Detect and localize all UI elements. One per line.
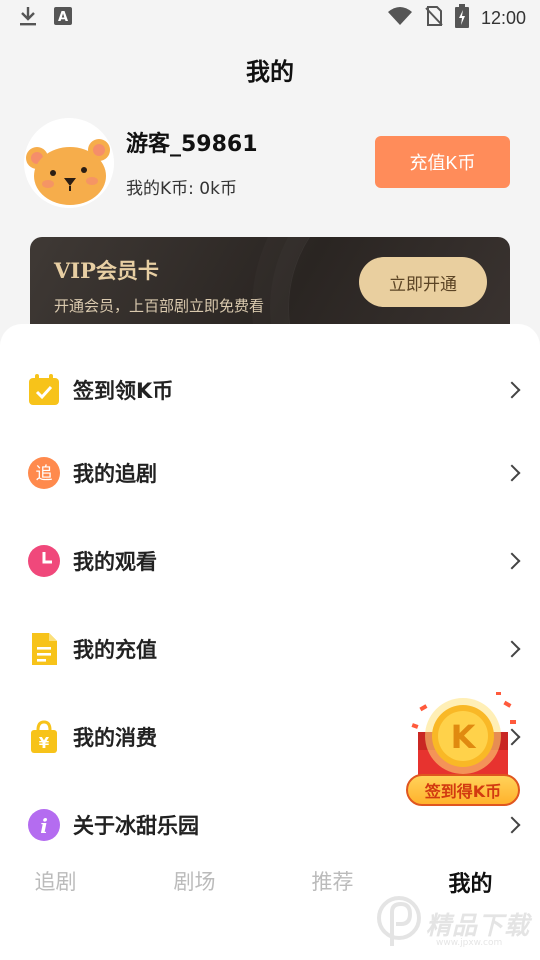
watermark-logo-icon	[377, 896, 421, 946]
vip-card[interactable]: VIP会员卡 开通会员，上百部剧立即免费看 立即开通	[30, 237, 510, 337]
coin-balance: 我的K币: 0k币	[126, 179, 237, 199]
info-icon: i	[27, 808, 61, 842]
menu-item-label: 我的观看	[73, 550, 157, 574]
svg-text:i: i	[40, 814, 48, 838]
status-bar: A 12:00	[0, 0, 540, 36]
menu-panel: 签到领K币 追 我的追剧 我的观看 我的充值 ¥ 我的消费 i 关于冰甜乐园	[0, 324, 540, 960]
no-sim-icon	[425, 5, 443, 31]
menu-item-label: 我的追剧	[73, 462, 157, 486]
document-icon	[27, 632, 61, 666]
svg-text:¥: ¥	[39, 734, 50, 752]
svg-text:追: 追	[36, 464, 53, 484]
shopping-bag-icon: ¥	[27, 720, 61, 754]
clock-icon	[27, 544, 61, 578]
username: 游客_59861	[126, 132, 258, 157]
tab-recommend[interactable]: 推荐	[265, 866, 400, 896]
menu-item-label: 我的充值	[73, 638, 157, 662]
tab-theater[interactable]: 剧场	[127, 866, 262, 896]
menu-item-recharge[interactable]: 我的充值	[0, 605, 540, 693]
bear-avatar-icon	[24, 118, 114, 208]
menu-item-follow[interactable]: 追 我的追剧	[0, 429, 540, 517]
profile-section: 游客_59861 我的K币: 0k币 充值K币	[24, 118, 516, 210]
text-a-icon: A	[54, 7, 72, 29]
svg-text:K: K	[451, 718, 477, 756]
vip-subtitle: 开通会员，上百部剧立即免费看	[54, 297, 265, 315]
vip-open-button[interactable]: 立即开通	[359, 257, 487, 307]
chevron-right-icon	[503, 552, 521, 570]
svg-text:A: A	[58, 10, 68, 25]
download-icon	[18, 5, 38, 31]
watermark-text: 精品下载	[426, 911, 531, 940]
chevron-right-icon	[503, 381, 521, 399]
menu-item-label: 关于冰甜乐园	[73, 814, 199, 838]
watermark-url: www.jpxw.com	[436, 938, 503, 948]
page-title: 我的	[246, 58, 294, 86]
menu-item-checkin[interactable]: 签到领K币	[0, 346, 540, 434]
chevron-right-icon	[503, 640, 521, 658]
menu-item-history[interactable]: 我的观看	[0, 517, 540, 605]
wifi-icon	[387, 6, 413, 30]
battery-charging-icon	[454, 4, 469, 32]
status-time: 12:00	[480, 7, 526, 28]
calendar-check-icon	[27, 373, 61, 407]
recharge-button[interactable]: 充值K币	[375, 136, 510, 188]
menu-item-label: 我的消费	[73, 726, 157, 750]
promo-label: 签到得K币	[406, 774, 520, 806]
vip-title: VIP会员卡	[54, 258, 159, 283]
tab-follow[interactable]: 追剧	[0, 866, 123, 896]
checkin-promo-float[interactable]: K 签到得K币	[400, 690, 526, 820]
follow-icon: 追	[27, 456, 61, 490]
menu-item-label: 签到领K币	[73, 379, 174, 403]
chevron-right-icon	[503, 464, 521, 482]
watermark: 精品下载 www.jpxw.com	[374, 894, 534, 954]
avatar[interactable]	[24, 118, 114, 208]
